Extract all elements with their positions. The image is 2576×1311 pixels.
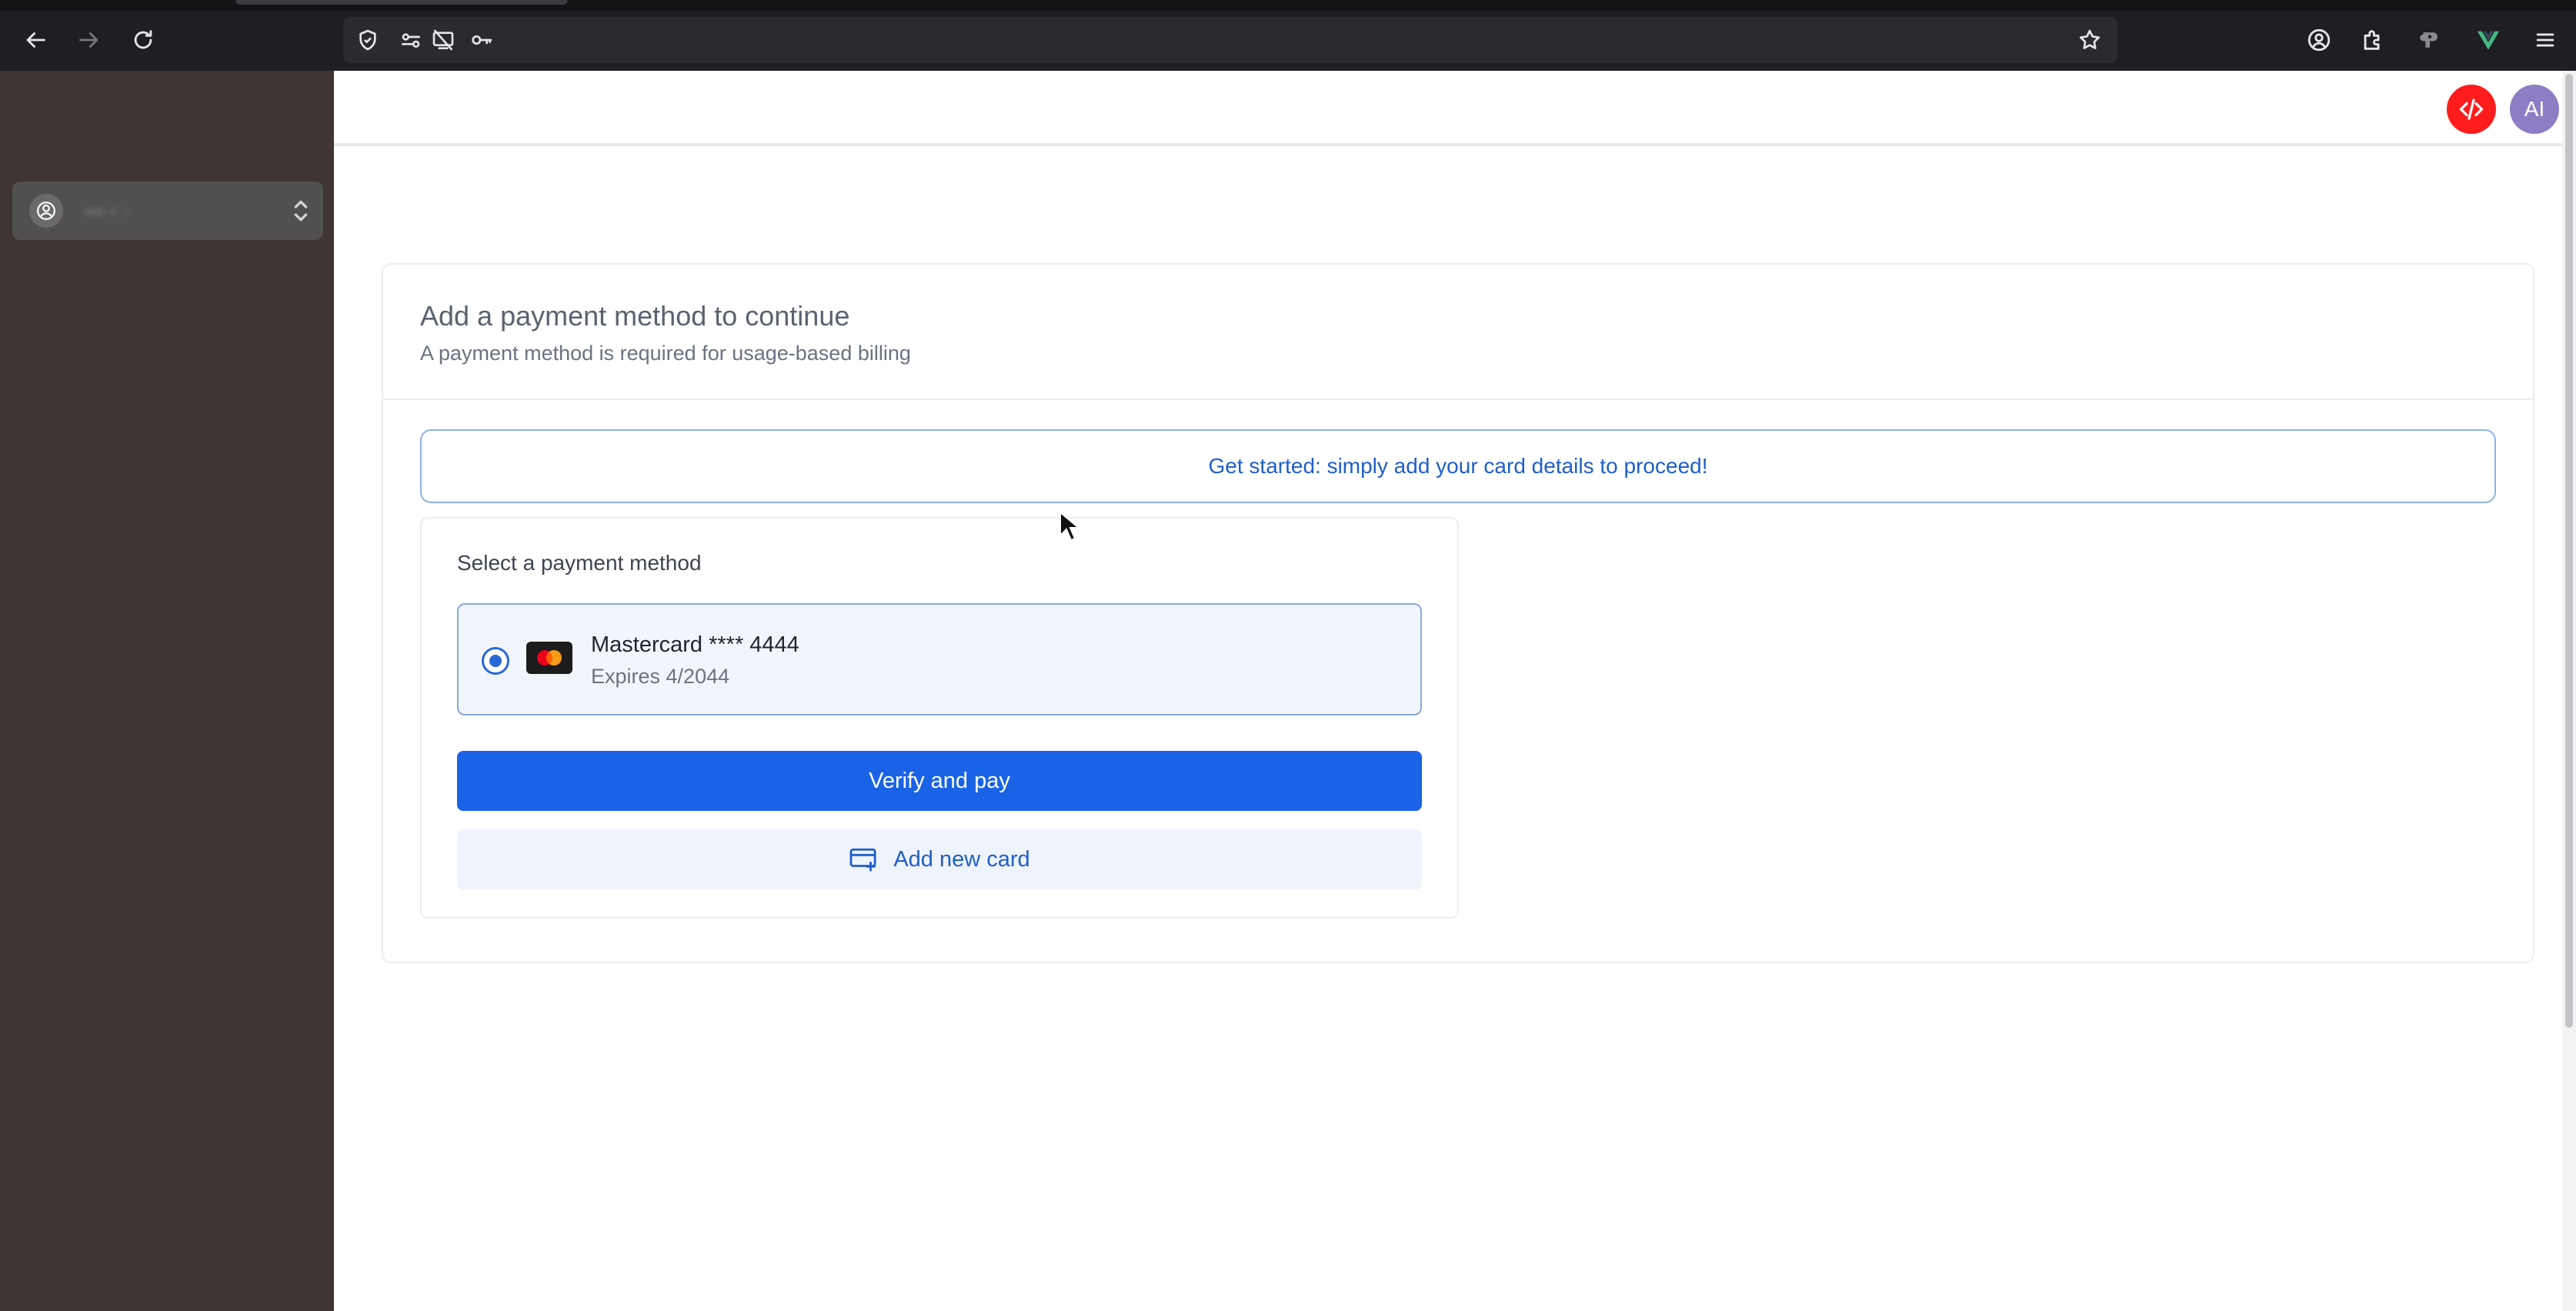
select-method-label: Select a payment method (457, 551, 702, 575)
verify-and-pay-button[interactable]: Verify and pay (457, 751, 1422, 811)
back-icon[interactable] (18, 23, 52, 57)
bookmark-star-icon[interactable] (2076, 26, 2104, 54)
app-sidebar (0, 71, 334, 1311)
url-text[interactable] (643, 29, 1105, 51)
browser-toolbar (0, 0, 2576, 71)
card-name: Mastercard **** 4444 (591, 632, 799, 657)
info-banner: Get started: simply add your card detail… (420, 429, 2496, 503)
workspace-name: — - · (85, 198, 129, 222)
page-subtitle: A payment method is required for usage-b… (420, 342, 911, 365)
code-icon[interactable] (2447, 85, 2496, 134)
forward-icon[interactable] (72, 23, 106, 57)
add-card-icon (849, 848, 876, 872)
chevron-updown-icon[interactable] (289, 194, 312, 228)
card-radio[interactable] (482, 647, 509, 675)
key-icon[interactable] (468, 26, 496, 54)
saved-card-option[interactable]: Mastercard **** 4444 Expires 4/2044 (457, 603, 1422, 716)
reload-icon[interactable] (126, 23, 160, 57)
url-bar[interactable] (343, 17, 2117, 63)
shield-icon[interactable] (354, 26, 382, 54)
card-header: Add a payment method to continue A payme… (383, 265, 2533, 400)
radio-selected-dot (489, 655, 502, 667)
payment-method-card: Add a payment method to continue A payme… (382, 263, 2534, 963)
vue-devtools-icon[interactable] (2471, 23, 2505, 57)
active-tab[interactable] (235, 0, 568, 5)
mouse-cursor-icon (1059, 511, 1080, 542)
extensions-icon[interactable] (2356, 23, 2390, 57)
extension-icon[interactable] (2413, 23, 2447, 57)
workspace-icon (29, 194, 63, 228)
user-avatar[interactable]: AI (2510, 85, 2559, 134)
card-expiry: Expires 4/2044 (591, 665, 730, 688)
add-new-card-label: Add new card (893, 846, 1030, 872)
scrollbar-thumb[interactable] (2565, 74, 2573, 1028)
payment-method-panel: Select a payment method Mastercard **** … (420, 517, 1459, 919)
menu-icon[interactable] (2528, 23, 2562, 57)
add-new-card-button[interactable]: Add new card (457, 829, 1422, 889)
app-header (334, 71, 2562, 146)
permissions-icon[interactable] (397, 26, 425, 54)
screen-share-blocked-icon[interactable] (429, 26, 457, 54)
page-title: Add a payment method to continue (420, 300, 850, 332)
workspace-switcher[interactable]: — - · (12, 182, 323, 240)
mastercard-icon (526, 642, 572, 674)
account-icon[interactable] (2302, 23, 2336, 57)
